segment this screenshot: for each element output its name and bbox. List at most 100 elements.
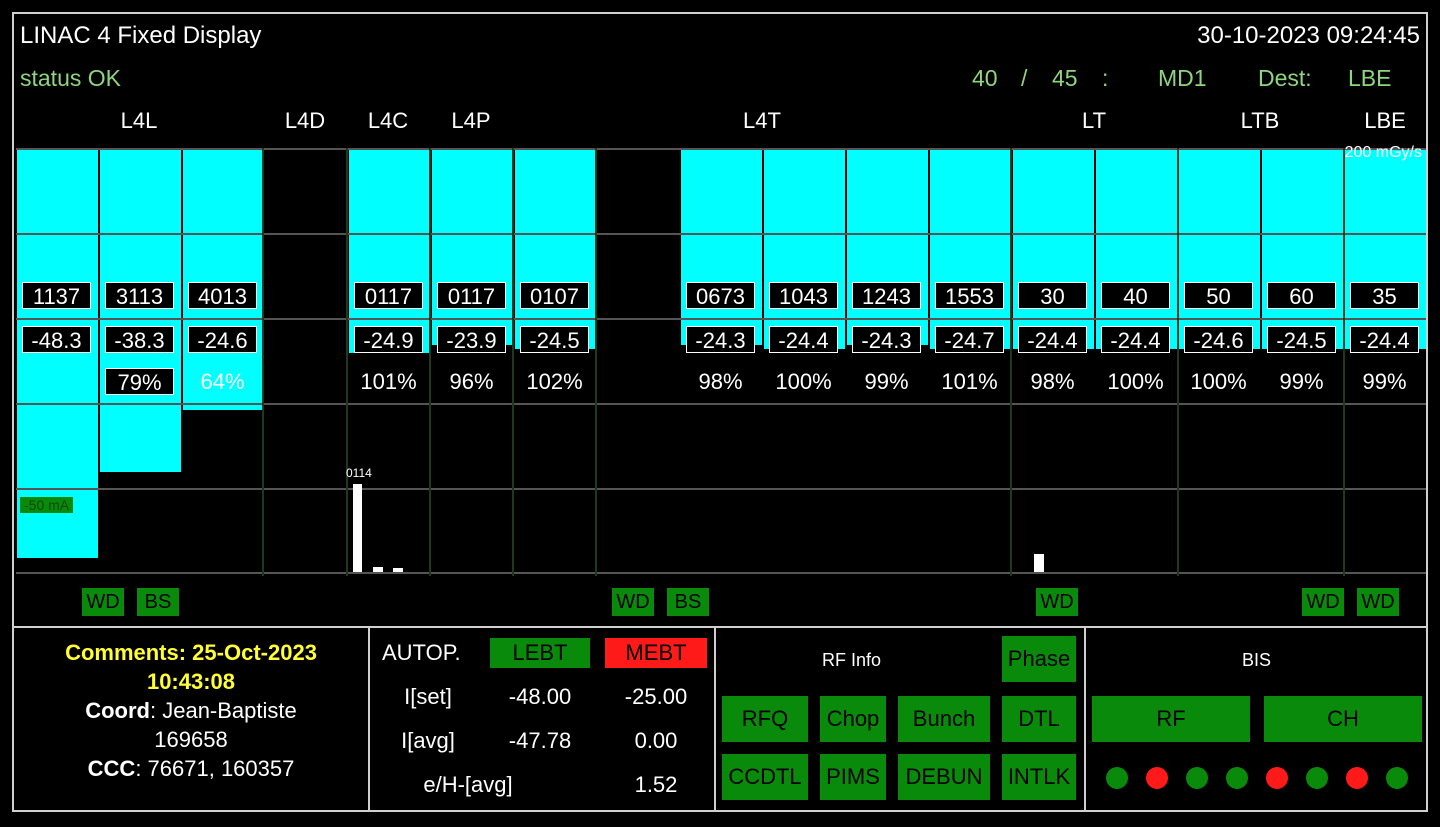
intlk-button[interactable]: INTLK: [1002, 754, 1076, 800]
transmission-percent: 79%: [105, 368, 174, 395]
iset-label: I[set]: [404, 684, 452, 709]
debun-button[interactable]: DEBUN: [898, 754, 990, 800]
section-separator: [346, 148, 348, 576]
monitor-value: 4013: [188, 282, 257, 309]
section-lt: LT: [1081, 108, 1107, 133]
comments-heading: Comments: 25-Oct-2023: [65, 640, 317, 665]
monitor-current: -24.5: [1267, 326, 1336, 353]
bis-status-dot: [1146, 767, 1168, 789]
rf-info-title: RF Info: [822, 650, 882, 670]
loss-column-bar: [349, 148, 430, 353]
grid-line: [16, 572, 1426, 574]
coord-line: Coord: Jean-Baptiste: [14, 696, 368, 725]
loss-small-bar: [1034, 554, 1044, 572]
cycle-total: 45: [1052, 65, 1078, 91]
rf-info-panel: RF Info Phase RFQ Chop Bunch DTL CCDTL P…: [714, 628, 1084, 810]
wd-badge: WD: [82, 588, 124, 616]
bis-status-dot: [1306, 767, 1328, 789]
monitor-value: 0117: [354, 282, 423, 309]
pims-button[interactable]: PIMS: [820, 754, 886, 800]
loss-spike-bar: [353, 484, 362, 572]
monitor-current: -24.3: [852, 326, 921, 353]
rfq-button[interactable]: RFQ: [722, 696, 808, 742]
monitor-current: -24.4: [1350, 326, 1419, 353]
wd-badge: WD: [612, 588, 654, 616]
mebt-button[interactable]: MEBT: [605, 638, 707, 668]
section-separator: [512, 148, 514, 576]
autop-label: AUTOP.: [382, 640, 461, 665]
monitor-value: 30: [1018, 282, 1087, 309]
monitor-current: -24.5: [520, 326, 589, 353]
bis-status-dot: [1386, 767, 1408, 789]
grid-line: [16, 403, 1426, 405]
section-separator: [1010, 148, 1012, 576]
scale-left-label: -50 mA: [20, 497, 74, 513]
bis-rf-button[interactable]: RF: [1092, 696, 1250, 742]
transmission-percent: 100%: [1190, 369, 1247, 394]
transmission-percent: 100%: [1107, 369, 1164, 394]
section-l4p: L4P: [451, 108, 491, 133]
loss-small-bar: [373, 567, 383, 572]
bunch-button[interactable]: Bunch: [898, 696, 990, 742]
chop-button[interactable]: Chop: [820, 696, 886, 742]
monitor-current: -24.6: [188, 326, 257, 353]
bis-status-dot: [1226, 767, 1248, 789]
transmission-percent: 102%: [526, 369, 583, 394]
section-l4c: L4C: [367, 108, 409, 133]
section-separator: [1177, 148, 1179, 576]
comments-panel: Comments: 25-Oct-2023 10:43:08 Coord: Je…: [14, 628, 368, 810]
bis-title: BIS: [1242, 650, 1272, 670]
monitor-current: -24.9: [354, 326, 423, 353]
grid-line: [16, 318, 1426, 320]
section-l4l: L4L: [120, 108, 158, 133]
transmission-percent: 64%: [200, 369, 245, 394]
monitor-current: -24.7: [935, 326, 1004, 353]
monitor-current: -24.4: [1101, 326, 1170, 353]
loss-column-bar: [432, 148, 513, 345]
ccc-value: : 76671, 160357: [135, 756, 295, 781]
autop-panel: AUTOP. LEBT MEBT I[set] -48.00 -25.00 I[…: [368, 628, 714, 810]
coord-phone: 169658: [154, 727, 228, 752]
bs-badge: BS: [137, 588, 179, 616]
wd-badge: WD: [1302, 588, 1344, 616]
bis-panel: BIS RF CH: [1084, 628, 1426, 810]
ccc-line: CCC: 76671, 160357: [14, 754, 368, 783]
grid-line: [16, 233, 1426, 235]
eh-avg-label: e/H-[avg]: [423, 772, 513, 797]
loss-small-bar: [393, 568, 403, 572]
section-separator: [429, 148, 431, 576]
iavg-label: I[avg]: [401, 728, 455, 753]
monitor-value: 40: [1101, 282, 1170, 309]
coord-value: : Jean-Baptiste: [150, 698, 297, 723]
grid-line: [16, 148, 1426, 150]
transmission-percent: 100%: [775, 369, 832, 394]
ccc-label: CCC: [87, 756, 136, 781]
section-ltb: LTB: [1240, 108, 1280, 133]
transmission-percent: 98%: [1030, 369, 1075, 394]
monitor-value: 1553: [935, 282, 1004, 309]
monitor-value: 1243: [852, 282, 921, 309]
transmission-percent: 101%: [941, 369, 998, 394]
section-l4d: L4D: [284, 108, 326, 133]
bis-ch-button[interactable]: CH: [1264, 696, 1422, 742]
phase-button[interactable]: Phase: [1002, 636, 1076, 682]
bis-status-dot: [1346, 767, 1368, 789]
cycle-current: 40: [972, 65, 998, 91]
comments-time: 10:43:08: [146, 669, 236, 694]
monitor-value: 1043: [769, 282, 838, 309]
transmission-percent: 99%: [864, 369, 909, 394]
section-separator: [595, 148, 597, 576]
wd-badge: WD: [1036, 588, 1078, 616]
monitor-current: -24.4: [1018, 326, 1087, 353]
bis-status-dot: [1186, 767, 1208, 789]
iset-lebt-value: -48.00: [508, 684, 572, 709]
ccdtl-button[interactable]: CCDTL: [722, 754, 808, 800]
display-title: LINAC 4 Fixed Display: [20, 22, 262, 49]
grid-line: [16, 488, 1426, 490]
coord-label: Coord: [85, 698, 150, 723]
scale-top-label: 200 mGy/s: [1344, 144, 1422, 161]
lebt-button[interactable]: LEBT: [490, 638, 590, 668]
bis-status-dot: [1266, 767, 1288, 789]
dtl-button[interactable]: DTL: [1002, 696, 1076, 742]
monitor-value: 1137: [22, 282, 91, 309]
